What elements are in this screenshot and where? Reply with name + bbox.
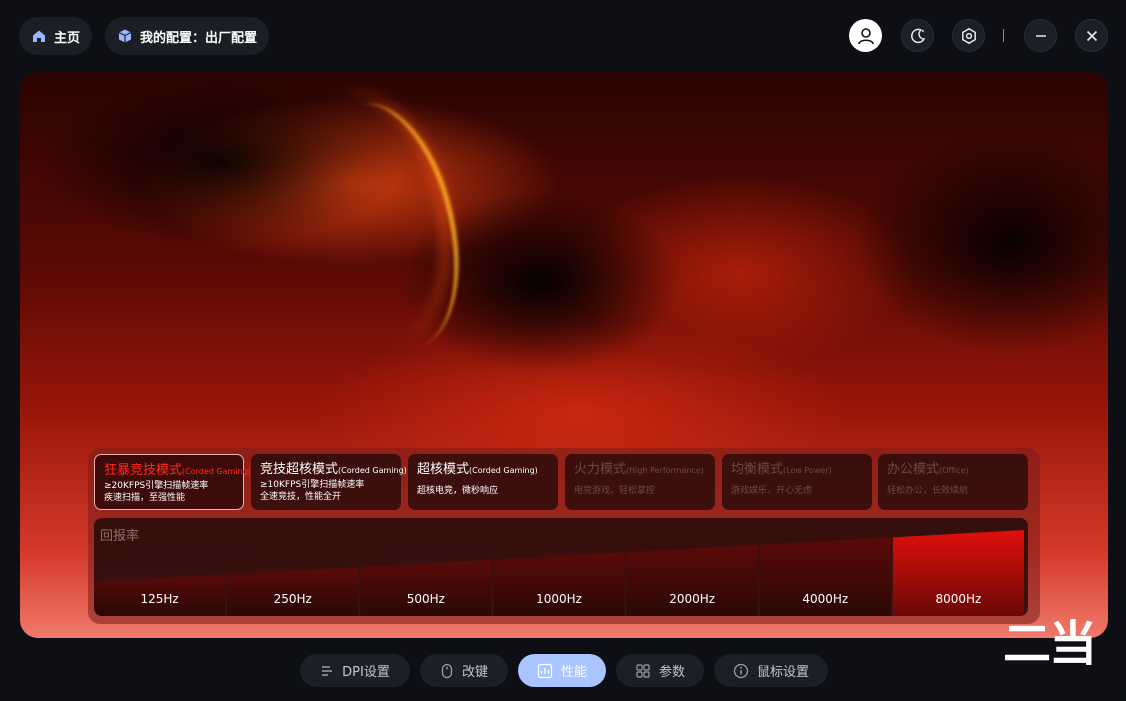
performance-icon xyxy=(537,663,553,679)
mode-title-main: 狂暴竞技模式 xyxy=(104,463,183,478)
watermark-text: 二当 xyxy=(1003,616,1097,672)
parameters-icon xyxy=(635,663,651,679)
mode-title: 办公模式(Office) xyxy=(887,462,1019,479)
polling-rate-label-8000hz: 8000Hz xyxy=(935,592,981,606)
mode-title-sub: (Office) xyxy=(939,466,969,475)
mode-card[interactable]: 超核模式(Corded Gaming) 超核电竞，微秒响应 xyxy=(408,454,558,510)
settings-button[interactable] xyxy=(952,19,985,52)
toolbar-divider xyxy=(1003,29,1004,42)
polling-rate-label-1000hz: 1000Hz xyxy=(536,592,582,606)
polling-rate-label-125hz: 125Hz xyxy=(140,592,178,606)
nav-tab-mouse[interactable]: 改键 xyxy=(420,654,508,687)
mode-title-sub: (High Performance) xyxy=(626,466,704,475)
mode-title: 狂暴竞技模式(Corded Gaming) xyxy=(104,463,251,480)
home-icon xyxy=(31,28,47,44)
polling-rate-option[interactable] xyxy=(360,559,492,616)
mode-description: 轻松办公，长效续航 xyxy=(887,486,969,496)
mode-card[interactable]: 办公模式(Office) 轻松办公，长效续航 xyxy=(878,454,1028,510)
hexagon-settings-icon xyxy=(961,27,976,44)
home-label: 主页 xyxy=(54,30,81,46)
mode-title: 超核模式(Corded Gaming) xyxy=(417,462,549,479)
nav-tab-label: 鼠标设置 xyxy=(756,665,809,680)
dpi-icon xyxy=(320,664,334,678)
mode-title: 火力模式(High Performance) xyxy=(574,462,706,479)
nav-tab-label: 参数 xyxy=(658,665,685,680)
mode-title: 竞技超核模式(Corded Gaming) xyxy=(260,462,407,479)
mode-description: 电竞游戏，轻松掌控 xyxy=(574,486,656,496)
moon-icon xyxy=(910,28,925,43)
config-selector[interactable]: 我的配置：出厂配置 xyxy=(105,17,270,55)
mode-title-main: 均衡模式 xyxy=(731,462,784,477)
mode-title-sub: (Low Power) xyxy=(783,466,832,475)
mode-card[interactable]: 火力模式(High Performance) 电竞游戏，轻松掌控 xyxy=(565,454,715,510)
mode-description: 游戏娱乐，开心无虑 xyxy=(731,486,813,496)
mode-title-main: 火力模式 xyxy=(574,462,627,477)
minimize-icon xyxy=(1035,34,1046,37)
mode-description-2: 疾速扫描，至强性能 xyxy=(104,493,186,503)
config-label: 我的配置：出厂配置 xyxy=(140,30,258,46)
nav-tab-dpi[interactable]: DPI设置 xyxy=(300,654,410,687)
nav-tab-performance[interactable]: 性能 xyxy=(518,654,606,687)
mode-card[interactable]: 狂暴竞技模式(Corded Gaming) ≥20KFPS引擎扫描帧速率 疾速扫描，… xyxy=(94,454,251,510)
nav-tab-label: 改键 xyxy=(461,665,488,680)
polling-rate-label-4000hz: 4000Hz xyxy=(802,592,848,606)
theme-button[interactable] xyxy=(901,19,934,52)
account-button[interactable] xyxy=(849,19,882,52)
polling-rate-label-2000hz: 2000Hz xyxy=(669,592,715,606)
mode-title-main: 办公模式 xyxy=(887,462,940,477)
mode-title-sub: (Corded Gaming) xyxy=(338,466,407,475)
mode-card[interactable]: 竞技超核模式(Corded Gaming) ≥10KFPS引擎扫描帧速率 全速竞技，… xyxy=(251,454,407,510)
mouse-icon xyxy=(440,663,454,679)
home-button[interactable]: 主页 xyxy=(19,17,93,55)
mode-title-sub: (Corded Gaming) xyxy=(182,467,251,476)
minimize-button[interactable] xyxy=(1024,19,1057,52)
polling-rate-selector: 125Hz 250Hz 500Hz 1000Hz 2000Hz 4000Hz 8000Hz xyxy=(94,530,1024,616)
cube-icon xyxy=(117,28,133,44)
performance-panel: 狂暴竞技模式(Corded Gaming) ≥20KFPS引擎扫描帧速率 疾速扫描，… xyxy=(88,448,1040,624)
mode-title: 均衡模式(Low Power) xyxy=(731,462,863,479)
close-button[interactable] xyxy=(1075,19,1108,52)
polling-rate-option[interactable] xyxy=(493,552,625,616)
nav-tab-label: 性能 xyxy=(560,665,587,680)
nav-tab-info[interactable]: 鼠标设置 xyxy=(714,654,828,687)
mode-card[interactable]: 均衡模式(Low Power) 游戏娱乐，开心无虑 xyxy=(722,454,872,510)
mode-description: 超核电竞，微秒响应 xyxy=(417,486,499,496)
nav-tab-parameters[interactable]: 参数 xyxy=(616,654,704,687)
polling-rate-label-500hz: 500Hz xyxy=(407,592,445,606)
polling-rate-label-250hz: 250Hz xyxy=(274,592,312,606)
app-window: 主页 我的配置：出厂配置 狂暴竞技模式(Corded Gaming) ≥20KFP… xyxy=(0,0,1126,701)
user-icon xyxy=(857,27,874,44)
mode-title-main: 竞技超核模式 xyxy=(260,462,339,477)
mode-title-main: 超核模式 xyxy=(417,462,470,477)
mode-description: ≥10KFPS引擎扫描帧速率 xyxy=(260,480,365,490)
close-icon xyxy=(1086,30,1097,41)
nav-tab-label: DPI设置 xyxy=(342,665,390,680)
info-icon xyxy=(733,663,749,679)
mode-description-2: 全速竞技，性能全开 xyxy=(260,492,342,502)
polling-rate-box: 回报率 125Hz 250Hz 500Hz 1000Hz 2000Hz 4000Hz 800… xyxy=(94,518,1028,616)
mode-description: ≥20KFPS引擎扫描帧速率 xyxy=(104,481,209,491)
mode-title-sub: (Corded Gaming) xyxy=(469,466,538,475)
